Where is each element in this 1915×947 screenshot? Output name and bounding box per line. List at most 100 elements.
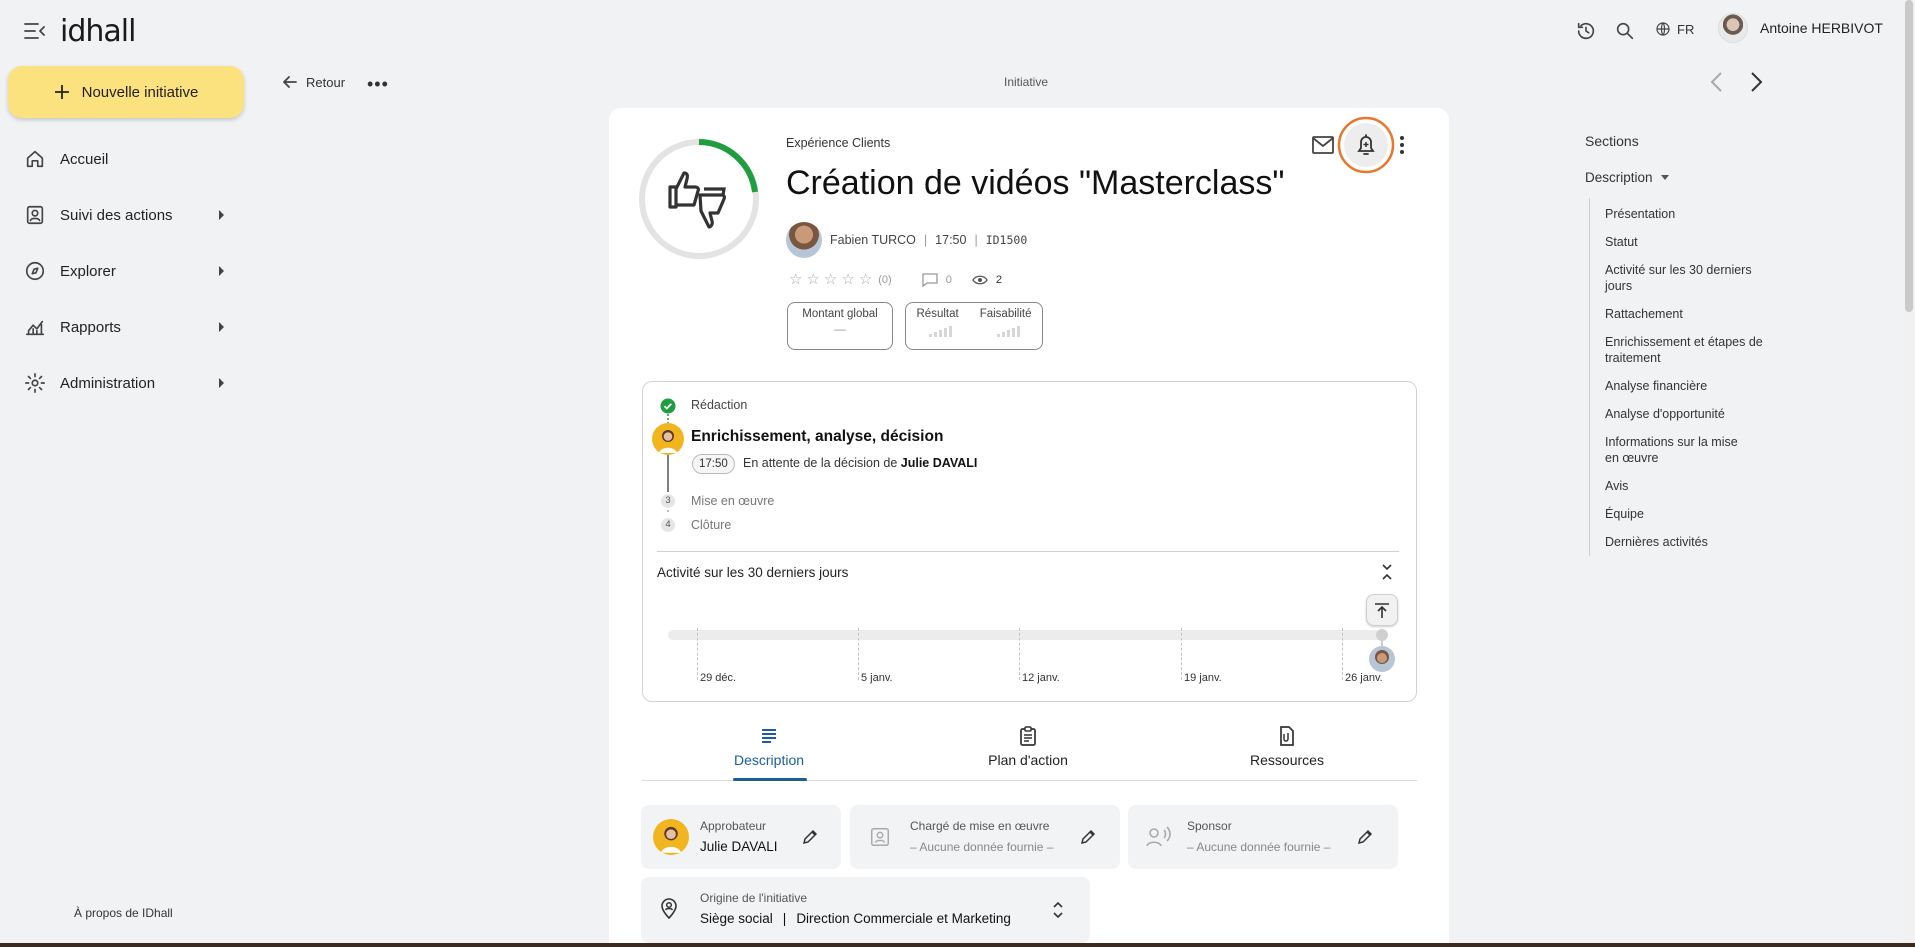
approver-value: Julie DAVALI bbox=[700, 839, 778, 854]
author-row: Fabien TURCO | 17:50 | ID1500 bbox=[786, 222, 1027, 258]
section-link[interactable]: Enrichissement et étapes de traitement bbox=[1605, 334, 1765, 366]
sponsor-label: Sponsor bbox=[1187, 819, 1232, 833]
activity-title: Activité sur les 30 derniers jours bbox=[657, 565, 849, 580]
clipboard-icon bbox=[1020, 726, 1036, 746]
step-redaction: Rédaction bbox=[691, 398, 748, 412]
chart-icon bbox=[25, 320, 45, 336]
tab-description[interactable]: Description bbox=[704, 726, 834, 768]
origin-value: Siège social | Direction Commerciale et Ma… bbox=[700, 911, 1011, 926]
expand-icon[interactable] bbox=[1052, 899, 1064, 921]
back-button[interactable]: Retour bbox=[282, 74, 345, 90]
follow-bell-button[interactable] bbox=[1336, 115, 1396, 175]
speaker-person-icon bbox=[1146, 826, 1171, 847]
nav-item-explorer[interactable]: Explorer bbox=[24, 253, 224, 289]
section-link[interactable]: Avis bbox=[1605, 478, 1765, 494]
approver-avatar[interactable] bbox=[652, 423, 684, 455]
author-avatar[interactable] bbox=[786, 222, 822, 258]
nav-item-suivi-des-actions[interactable]: Suivi des actions bbox=[24, 197, 224, 233]
tab-plan-action[interactable]: Plan d'action bbox=[963, 726, 1093, 768]
sections-group-description[interactable]: Description bbox=[1585, 170, 1669, 185]
nav-item-rapports[interactable]: Rapports bbox=[24, 309, 224, 345]
next-icon[interactable] bbox=[1746, 70, 1766, 94]
star-icon[interactable]: ☆ bbox=[859, 272, 872, 287]
result-label: Résultat bbox=[916, 308, 959, 320]
language-code: FR bbox=[1677, 21, 1695, 37]
user-menu[interactable]: Antoine HERBIVOT bbox=[1718, 13, 1883, 43]
top-bar: idhall FR Antoine HERBIVOT bbox=[0, 0, 1915, 62]
waiting-text: En attente de la décision de Julie DAVAL… bbox=[743, 456, 978, 470]
step-cloture: Clôture bbox=[691, 518, 732, 532]
comment-icon[interactable] bbox=[922, 272, 938, 287]
amount-value: — bbox=[834, 324, 846, 336]
pencil-icon[interactable] bbox=[802, 829, 818, 845]
pencil-icon[interactable] bbox=[1357, 829, 1373, 845]
mail-icon[interactable] bbox=[1312, 136, 1334, 154]
manager-value: – Aucune donnée fournie – bbox=[910, 840, 1054, 854]
nav-item-administration[interactable]: Administration bbox=[24, 365, 224, 401]
author-name[interactable]: Fabien TURCO bbox=[830, 233, 916, 247]
result-bars bbox=[928, 325, 952, 337]
feasibility-label: Faisabilité bbox=[979, 308, 1032, 320]
section-link[interactable]: Informations sur la mise en œuvre bbox=[1605, 434, 1755, 466]
breadcrumb: Initiative bbox=[1004, 75, 1049, 89]
compass-icon bbox=[25, 261, 45, 281]
thumbs-up-down-icon bbox=[668, 171, 726, 229]
timeline-date: 12 janv. bbox=[1022, 672, 1060, 684]
pencil-icon[interactable] bbox=[1080, 829, 1096, 845]
timeline-date: 26 janv. bbox=[1345, 672, 1383, 684]
origin-label: Origine de l'initiative bbox=[700, 891, 808, 905]
collapse-icon[interactable] bbox=[1380, 562, 1394, 582]
section-link[interactable]: Analyse d'opportunité bbox=[1605, 406, 1765, 422]
kebab-menu-icon[interactable] bbox=[1397, 134, 1407, 156]
tab-ressources[interactable]: Ressources bbox=[1222, 726, 1352, 768]
waiting-person[interactable]: Julie DAVALI bbox=[901, 456, 978, 470]
globe-icon bbox=[1656, 22, 1670, 36]
chevron-right-icon bbox=[219, 378, 224, 388]
previous-icon[interactable] bbox=[1707, 70, 1727, 94]
badge-icon bbox=[871, 828, 889, 846]
initiative-id: ID1500 bbox=[985, 233, 1028, 247]
section-link[interactable]: Analyse financière bbox=[1605, 378, 1765, 394]
about-link[interactable]: À propos de IDhall bbox=[74, 906, 173, 920]
initiative-category: Expérience Clients bbox=[786, 136, 891, 150]
scrollbar-thumb[interactable] bbox=[1905, 0, 1913, 312]
created-time: 17:50 bbox=[935, 233, 967, 247]
user-avatar bbox=[1718, 13, 1748, 43]
history-icon[interactable] bbox=[1575, 20, 1597, 42]
more-options-button[interactable]: ••• bbox=[367, 74, 389, 95]
nav-item-accueil[interactable]: Accueil bbox=[24, 141, 224, 177]
comment-count: 0 bbox=[945, 273, 952, 286]
star-icon[interactable]: ☆ bbox=[841, 272, 854, 287]
new-initiative-button[interactable]: Nouvelle initiative bbox=[8, 66, 244, 118]
evaluation-pill[interactable]: Résultat Faisabilité bbox=[905, 302, 1043, 350]
star-icon[interactable]: ☆ bbox=[824, 272, 837, 287]
view-count: 2 bbox=[995, 273, 1002, 286]
sections-line bbox=[1589, 198, 1590, 556]
activity-marker[interactable] bbox=[1368, 622, 1396, 672]
menu-collapse-icon[interactable] bbox=[24, 22, 46, 40]
amount-label: Montant global bbox=[802, 308, 878, 320]
timeline-tick bbox=[697, 628, 698, 680]
file-attachment-icon bbox=[1280, 726, 1294, 746]
section-link[interactable]: Statut bbox=[1605, 234, 1765, 250]
timeline-tick bbox=[858, 628, 859, 680]
section-link[interactable]: Activité sur les 30 derniers jours bbox=[1605, 262, 1755, 294]
amount-pill[interactable]: Montant global — bbox=[787, 302, 893, 350]
section-link[interactable]: Équipe bbox=[1605, 506, 1765, 522]
star-icon[interactable]: ☆ bbox=[806, 272, 819, 287]
origin-field[interactable]: Origine de l'initiative Siège social | Dir… bbox=[641, 877, 1090, 943]
section-link[interactable]: Rattachement bbox=[1605, 306, 1765, 322]
active-tab-indicator bbox=[733, 778, 807, 781]
arrow-left-icon bbox=[283, 76, 297, 88]
gear-icon bbox=[25, 373, 45, 393]
chevron-right-icon bbox=[219, 266, 224, 276]
section-link[interactable]: Dernières activités bbox=[1605, 534, 1765, 550]
timeline-date: 5 janv. bbox=[861, 672, 893, 684]
star-icon[interactable]: ☆ bbox=[789, 272, 802, 287]
language-selector[interactable]: FR bbox=[1655, 21, 1694, 37]
app-logo[interactable]: idhall bbox=[60, 14, 136, 49]
search-icon[interactable] bbox=[1614, 20, 1636, 42]
section-link[interactable]: Présentation bbox=[1605, 206, 1765, 222]
step-number: 3 bbox=[661, 494, 675, 508]
upload-icon bbox=[1375, 603, 1389, 618]
